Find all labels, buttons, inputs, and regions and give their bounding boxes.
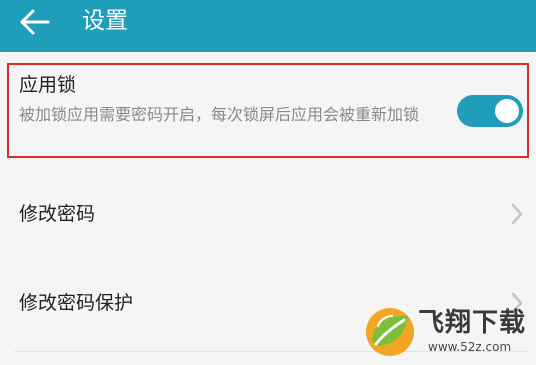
settings-item-change-password[interactable]: 修改密码 <box>0 170 536 258</box>
back-arrow-icon <box>20 9 50 35</box>
back-button[interactable] <box>14 2 58 42</box>
watermark-url: www.52z.com <box>428 340 512 354</box>
app-lock-toggle[interactable] <box>457 95 523 127</box>
app-bar: 设置 <box>0 0 536 52</box>
site-watermark: 飞翔下载 www.52z.com <box>362 300 536 365</box>
page-title: 设置 <box>82 8 128 34</box>
watermark-brand: 飞翔下载 <box>418 308 527 338</box>
leaf-logo-icon <box>366 308 414 356</box>
settings-item-label: 修改密码保护 <box>19 292 134 314</box>
app-lock-description: 被加锁应用需要密码开启，每次锁屏后应用会被重新加锁 <box>19 105 420 124</box>
app-lock-title: 应用锁 <box>19 74 77 96</box>
chevron-right-icon <box>511 203 523 225</box>
app-lock-row[interactable]: 应用锁 被加锁应用需要密码开启，每次锁屏后应用会被重新加锁 <box>0 52 536 170</box>
settings-item-label: 修改密码 <box>19 203 96 225</box>
toggle-knob <box>495 99 519 123</box>
